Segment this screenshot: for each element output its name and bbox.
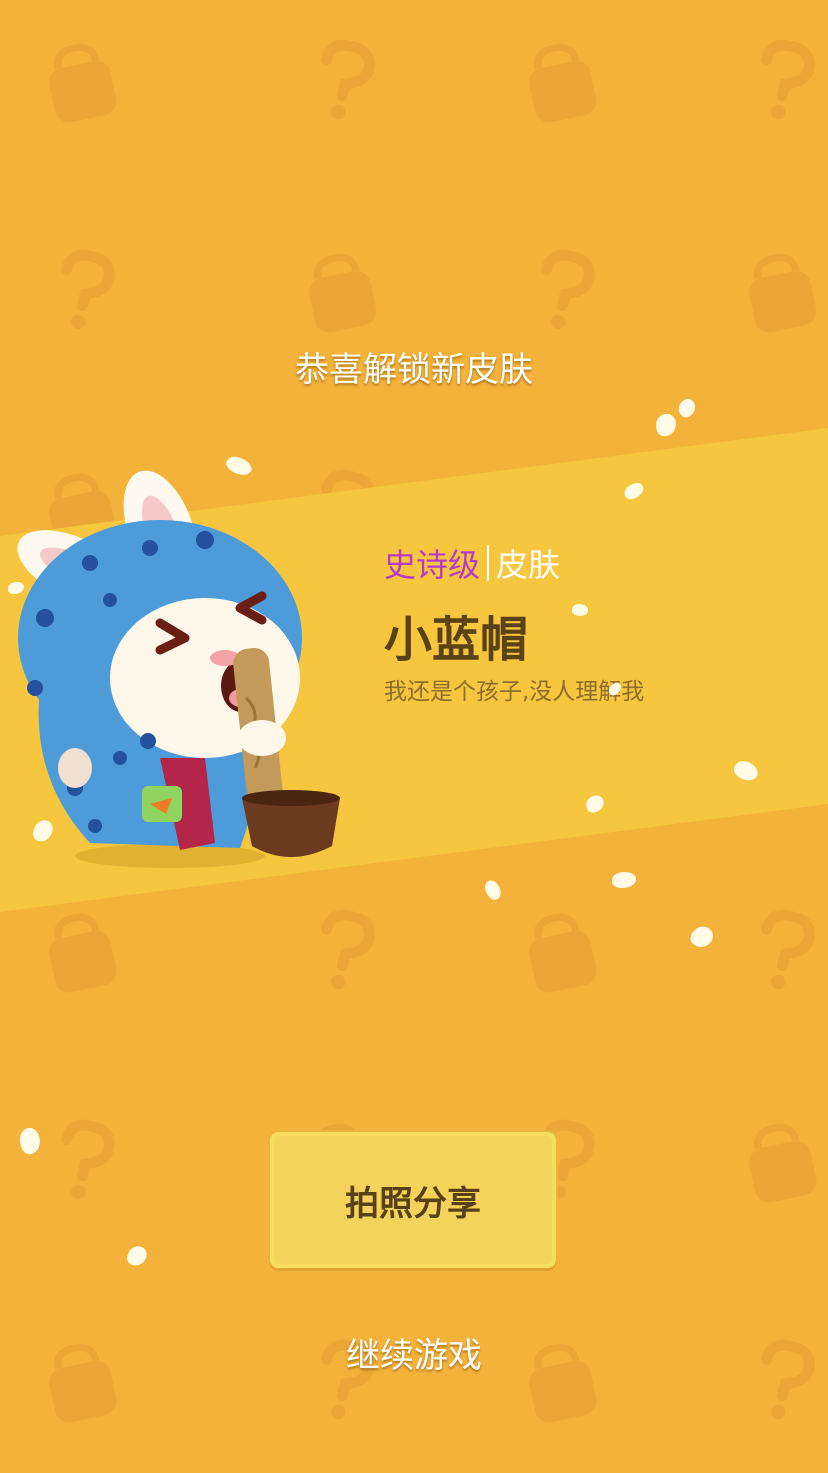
shopping-bag-icon [49,43,117,123]
shopping-bag-icon [49,913,117,993]
skin-description: 我还是个孩子,没人理解我 [384,679,645,705]
question-mark-icon [541,249,595,330]
share-photo-button[interactable]: 拍照分享 [270,1132,556,1268]
question-mark-icon [61,249,115,330]
shopping-bag-icon [529,913,597,993]
skin-rarity-row: 史诗级 皮肤 [384,540,560,586]
shopping-bag-icon [749,253,817,333]
rarity-label: 史诗级 [384,546,481,584]
skin-unlock-screen: 恭喜解锁新皮肤 史诗级 皮肤 小蓝帽 我还是个孩子,没人理解我 拍照分享 继续游… [0,0,828,1473]
unlock-headline: 恭喜解锁新皮肤 [295,350,533,390]
question-mark-icon [321,909,375,990]
continue-game-button[interactable]: 继续游戏 [0,1328,828,1377]
rabbit-blue-hood-illustration [17,470,340,868]
question-mark-icon [61,1119,115,1200]
question-mark-icon [761,39,815,120]
shopping-bag-icon [309,253,377,333]
category-label: 皮肤 [496,546,561,584]
question-mark-icon [321,39,375,120]
question-mark-icon [761,909,815,990]
shopping-bag-icon [749,1123,817,1203]
skin-name: 小蓝帽 [384,612,529,668]
rarity-divider [487,545,490,581]
shopping-bag-icon [529,43,597,123]
